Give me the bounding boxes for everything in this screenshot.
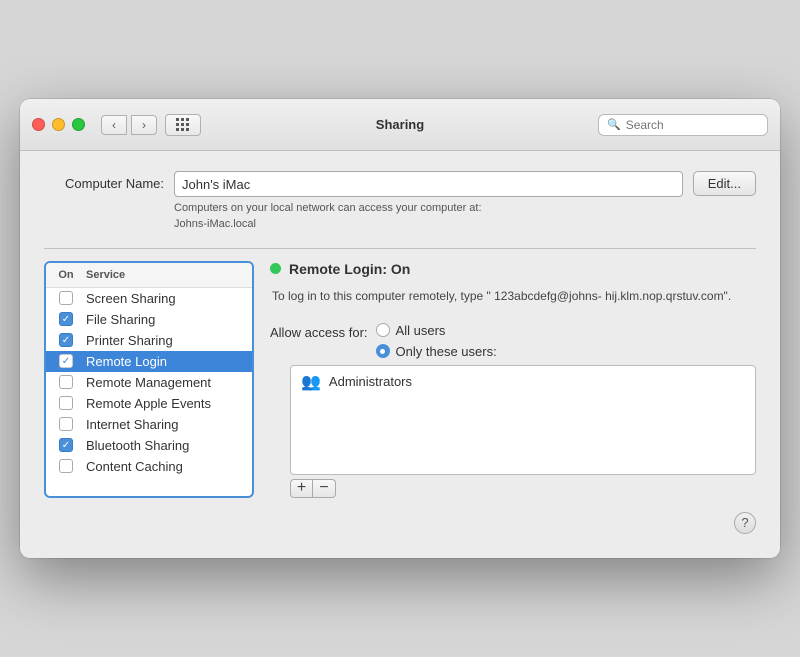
service-row[interactable]: ✓ Remote Login — [46, 351, 252, 372]
services-header: On Service — [46, 263, 252, 288]
remove-user-button[interactable]: − — [313, 479, 336, 498]
computer-name-input[interactable] — [174, 171, 683, 197]
titlebar: ‹ › Sharing 🔍 — [20, 99, 780, 151]
service-name: Content Caching — [86, 459, 252, 474]
service-row[interactable]: Internet Sharing — [46, 414, 252, 435]
services-panel: On Service Screen Sharing ✓ File Sharing ✓ P… — [44, 261, 254, 498]
service-name: Internet Sharing — [86, 417, 252, 432]
allow-access-label: Allow access for: — [270, 323, 368, 340]
content-area: Computer Name: Edit... Computers on your… — [20, 151, 780, 558]
grid-icon — [176, 118, 190, 132]
traffic-lights — [32, 118, 85, 131]
status-indicator — [270, 263, 281, 274]
maximize-button[interactable] — [72, 118, 85, 131]
grid-view-button[interactable] — [165, 114, 201, 136]
bottom-area: ? — [44, 506, 756, 538]
service-name: File Sharing — [86, 312, 252, 327]
divider — [44, 248, 756, 249]
nav-buttons: ‹ › — [101, 115, 157, 135]
computer-name-right: Edit... Computers on your local network … — [174, 171, 756, 232]
services-header-service: Service — [86, 267, 252, 283]
radio-all-users-label: All users — [396, 323, 446, 338]
service-checkbox-checked[interactable]: ✓ — [59, 333, 73, 347]
minimize-button[interactable] — [52, 118, 65, 131]
service-row[interactable]: Remote Management — [46, 372, 252, 393]
system-preferences-window: ‹ › Sharing 🔍 Computer Name: Edit... — [20, 99, 780, 558]
service-checkbox-checked[interactable]: ✓ — [59, 438, 73, 452]
window-title: Sharing — [376, 117, 424, 132]
back-button[interactable]: ‹ — [101, 115, 127, 135]
user-administrators: 👥 Administrators — [291, 366, 755, 398]
description-text: To log in to this computer remotely, typ… — [270, 287, 756, 305]
radio-all-users-btn[interactable] — [376, 323, 390, 337]
service-checkbox-selected[interactable]: ✓ — [59, 354, 73, 368]
group-icon: 👥 — [301, 372, 321, 392]
service-row[interactable]: ✓ Bluetooth Sharing — [46, 435, 252, 456]
service-checkbox-checked[interactable]: ✓ — [59, 312, 73, 326]
search-bar[interactable]: 🔍 — [598, 114, 768, 136]
service-row[interactable]: Content Caching — [46, 456, 252, 477]
users-list: 👥 Administrators — [290, 365, 756, 475]
status-text: Remote Login: On — [289, 261, 410, 277]
list-actions: + − — [290, 479, 756, 498]
service-name: Remote Login — [86, 354, 252, 369]
right-panel: Remote Login: On To log in to this compu… — [270, 261, 756, 498]
service-checkbox-unchecked[interactable] — [59, 375, 73, 389]
service-checkbox-unchecked[interactable] — [59, 396, 73, 410]
service-name: Screen Sharing — [86, 291, 252, 306]
edit-button[interactable]: Edit... — [693, 171, 756, 196]
service-row[interactable]: ✓ File Sharing — [46, 309, 252, 330]
help-button[interactable]: ? — [734, 512, 756, 534]
radio-all-users[interactable]: All users — [376, 323, 497, 338]
computer-name-row: Computer Name: Edit... Computers on your… — [44, 171, 756, 232]
search-input[interactable] — [626, 118, 759, 132]
status-row: Remote Login: On — [270, 261, 756, 277]
access-row: Allow access for: All users Only these u… — [270, 323, 756, 359]
radio-only-these-users-label: Only these users: — [396, 344, 497, 359]
close-button[interactable] — [32, 118, 45, 131]
service-row[interactable]: Remote Apple Events — [46, 393, 252, 414]
computer-name-input-row: Edit... — [174, 171, 756, 197]
service-checkbox-unchecked[interactable] — [59, 291, 73, 305]
service-checkbox-unchecked[interactable] — [59, 459, 73, 473]
radio-only-these-users-btn[interactable] — [376, 344, 390, 358]
service-row[interactable]: Screen Sharing — [46, 288, 252, 309]
services-header-on: On — [46, 267, 86, 283]
forward-button[interactable]: › — [131, 115, 157, 135]
add-user-button[interactable]: + — [290, 479, 313, 498]
computer-name-label: Computer Name: — [44, 171, 164, 191]
service-name: Remote Apple Events — [86, 396, 252, 411]
service-name: Remote Management — [86, 375, 252, 390]
services-list: Screen Sharing ✓ File Sharing ✓ Printer Shar… — [46, 288, 252, 477]
search-icon: 🔍 — [607, 118, 621, 131]
computer-name-subtitle: Computers on your local network can acce… — [174, 201, 756, 232]
user-name: Administrators — [329, 374, 412, 389]
service-name: Bluetooth Sharing — [86, 438, 252, 453]
service-checkbox-unchecked[interactable] — [59, 417, 73, 431]
service-row[interactable]: ✓ Printer Sharing — [46, 330, 252, 351]
main-area: On Service Screen Sharing ✓ File Sharing ✓ P… — [44, 261, 756, 498]
radio-options: All users Only these users: — [376, 323, 497, 359]
radio-only-these-users[interactable]: Only these users: — [376, 344, 497, 359]
access-section: Allow access for: All users Only these u… — [270, 323, 756, 498]
service-name: Printer Sharing — [86, 333, 252, 348]
